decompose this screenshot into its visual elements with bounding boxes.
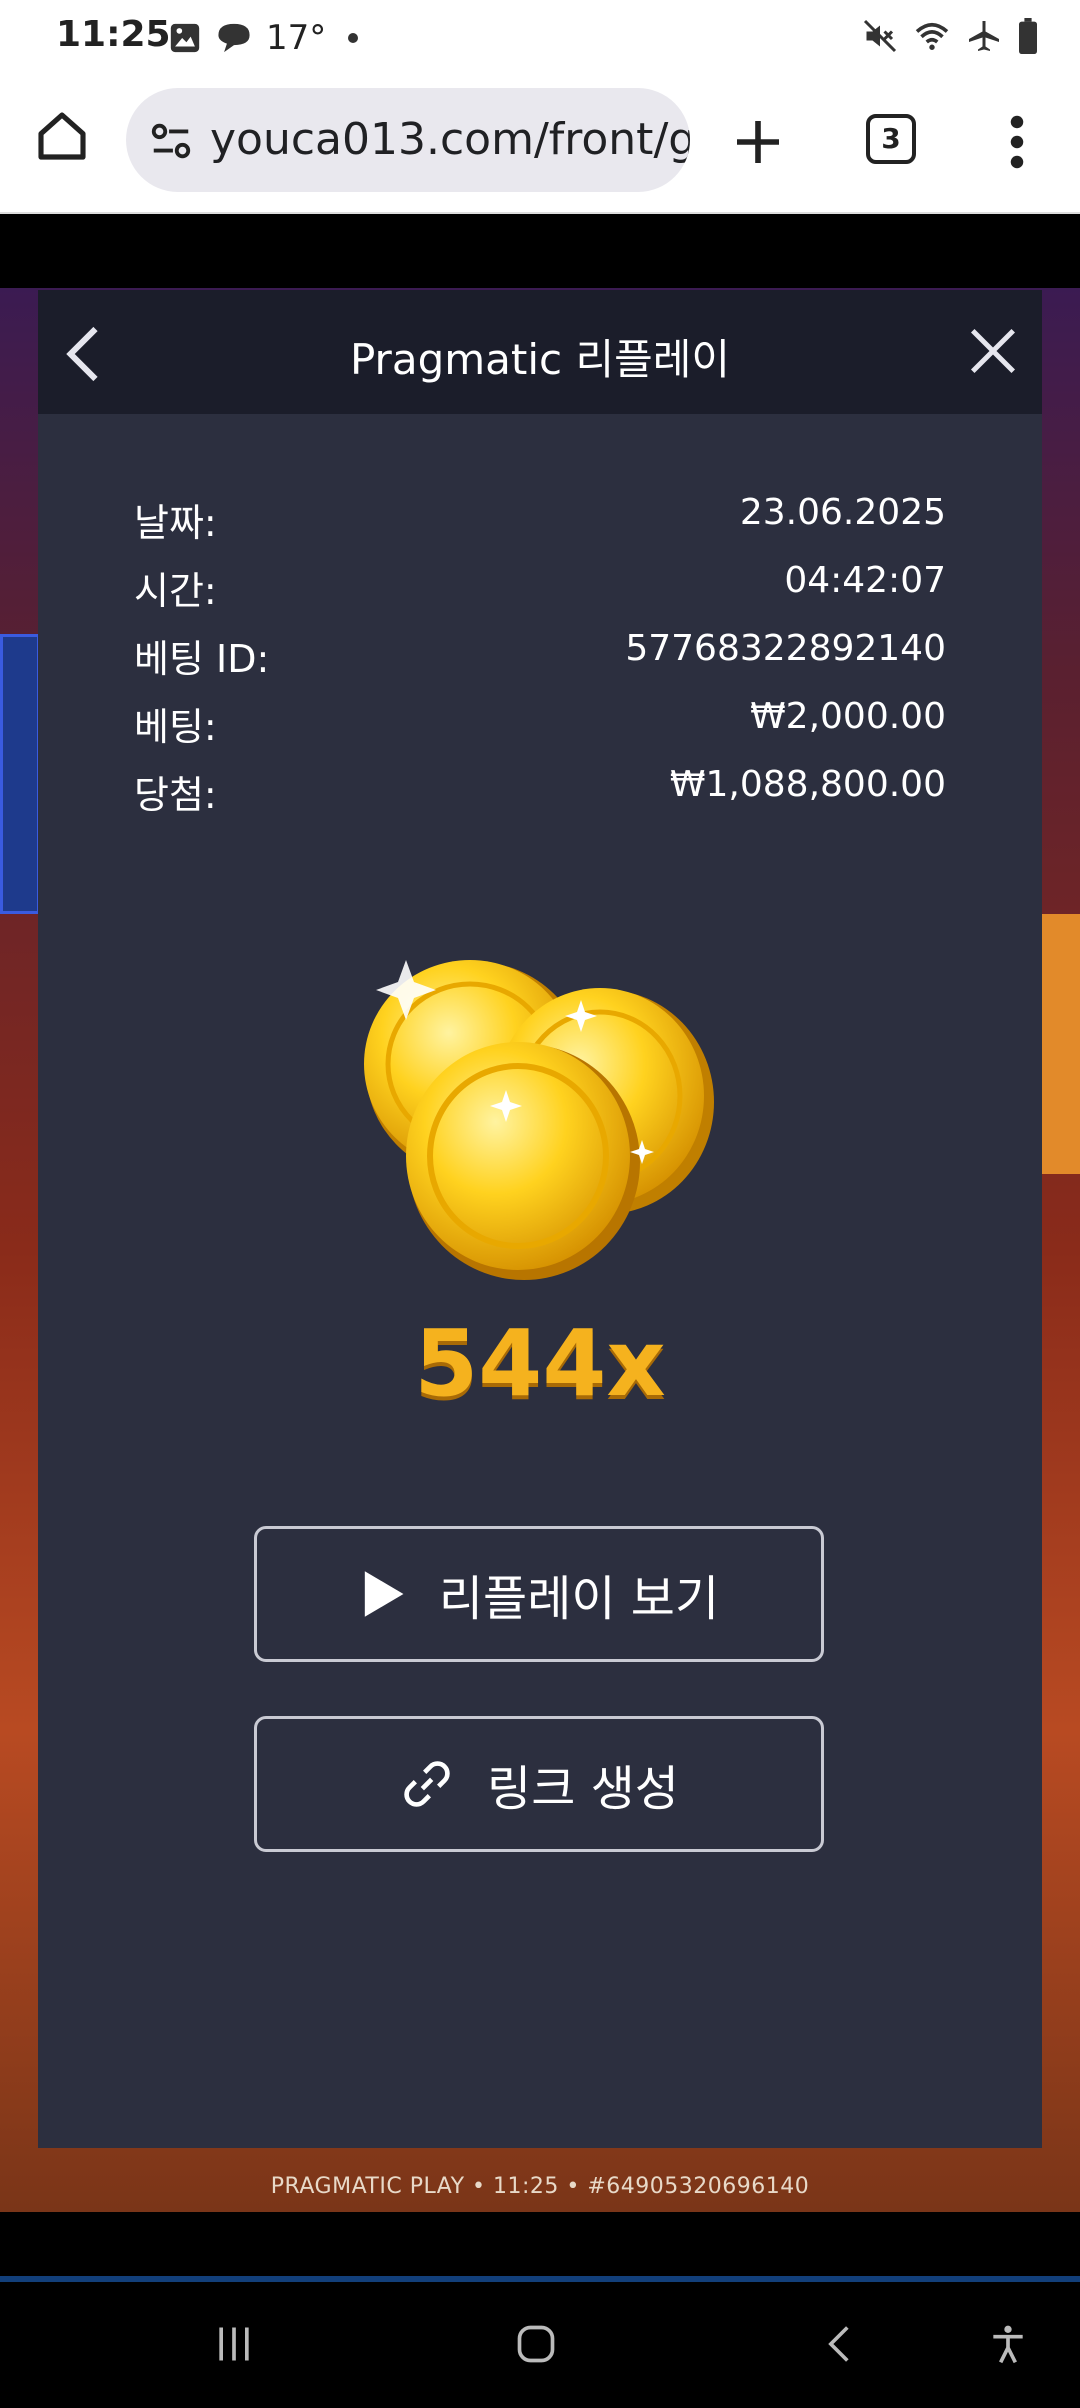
game-footer-caption: PRAGMATIC PLAY • 11:25 • #64905320696140 <box>270 2174 810 2199</box>
info-value: 04:42:07 <box>784 560 946 601</box>
bet-info-table: 날짜: 23.06.2025 시간: 04:42:07 베팅 ID: 57768… <box>134 492 946 832</box>
view-replay-label: 리플레이 보기 <box>438 1571 720 1627</box>
chat-bubble-icon <box>218 23 250 53</box>
wifi-icon <box>915 22 949 50</box>
info-value: 57768322892140 <box>625 628 946 669</box>
info-row-bet-id: 베팅 ID: 57768322892140 <box>134 628 946 696</box>
game-reel-right <box>1040 914 1080 1174</box>
status-temperature: 17° <box>266 18 327 58</box>
info-value: ₩2,000.00 <box>750 696 946 737</box>
site-settings-icon[interactable] <box>148 118 194 164</box>
info-label: 시간: <box>134 569 217 613</box>
info-value: 23.06.2025 <box>739 492 946 533</box>
tab-switcher-button[interactable]: 3 <box>866 114 916 164</box>
create-link-button[interactable]: 링크 생성 <box>254 1716 824 1852</box>
play-icon <box>364 1571 404 1617</box>
replay-modal: Pragmatic 리플레이 날짜: 23.06.2025 시간: 04:42:… <box>38 290 1042 2148</box>
back-nav-icon[interactable] <box>818 2322 862 2366</box>
status-bar: 11:25 17° <box>0 0 1080 72</box>
status-time: 11:25 <box>56 14 171 55</box>
battery-icon <box>1019 18 1037 54</box>
gold-coins-icon <box>364 960 714 1280</box>
info-row-bet: 베팅: ₩2,000.00 <box>134 696 946 764</box>
gallery-icon <box>170 23 200 53</box>
win-multiplier: 544x <box>414 1310 666 1417</box>
info-row-win: 당첨: ₩1,088,800.00 <box>134 764 946 832</box>
home-icon[interactable] <box>34 108 90 164</box>
info-label: 베팅 ID: <box>134 637 270 681</box>
accessibility-icon[interactable] <box>986 2322 1030 2366</box>
browser-toolbar: youca013.com/front/ga 3 <box>0 72 1080 214</box>
modal-title: Pragmatic 리플레이 <box>349 335 731 384</box>
info-label: 날짜: <box>134 501 217 545</box>
address-bar[interactable]: youca013.com/front/ga <box>126 88 690 192</box>
recent-apps-icon[interactable] <box>212 2322 256 2366</box>
modal-header: Pragmatic 리플레이 <box>38 290 1042 414</box>
link-icon <box>404 1761 450 1807</box>
close-icon[interactable] <box>966 324 1020 378</box>
info-row-date: 날짜: 23.06.2025 <box>134 492 946 560</box>
home-nav-icon[interactable] <box>514 2322 558 2366</box>
info-label: 당첨: <box>134 773 217 817</box>
create-link-label: 링크 생성 <box>487 1761 679 1817</box>
airplane-icon <box>969 21 999 51</box>
notification-dot-icon <box>348 33 359 43</box>
url-text[interactable]: youca013.com/front/ga <box>210 114 690 165</box>
info-label: 베팅: <box>134 705 217 749</box>
view-replay-button[interactable]: 리플레이 보기 <box>254 1526 824 1662</box>
system-navigation-bar <box>0 2282 1080 2408</box>
game-reel-left <box>0 634 40 914</box>
mute-icon <box>863 19 897 53</box>
info-value: ₩1,088,800.00 <box>669 764 946 805</box>
more-options-icon[interactable] <box>1000 112 1034 172</box>
info-row-time: 시간: 04:42:07 <box>134 560 946 628</box>
new-tab-icon[interactable] <box>730 114 786 170</box>
